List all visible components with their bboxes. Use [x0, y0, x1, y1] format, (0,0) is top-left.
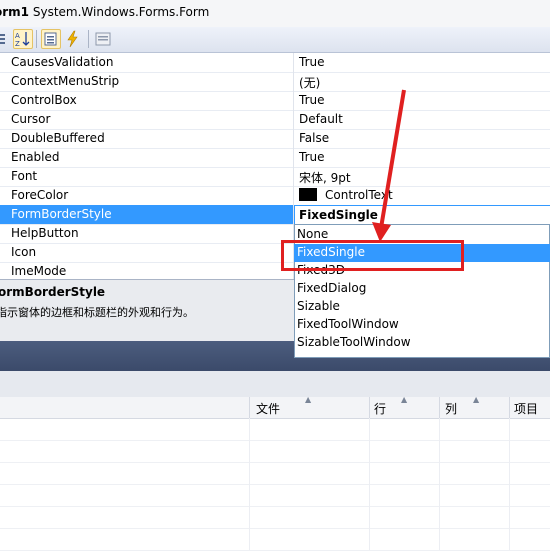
- annotation-arrow-icon: [372, 89, 406, 242]
- annotation-highlight-box: [281, 240, 464, 271]
